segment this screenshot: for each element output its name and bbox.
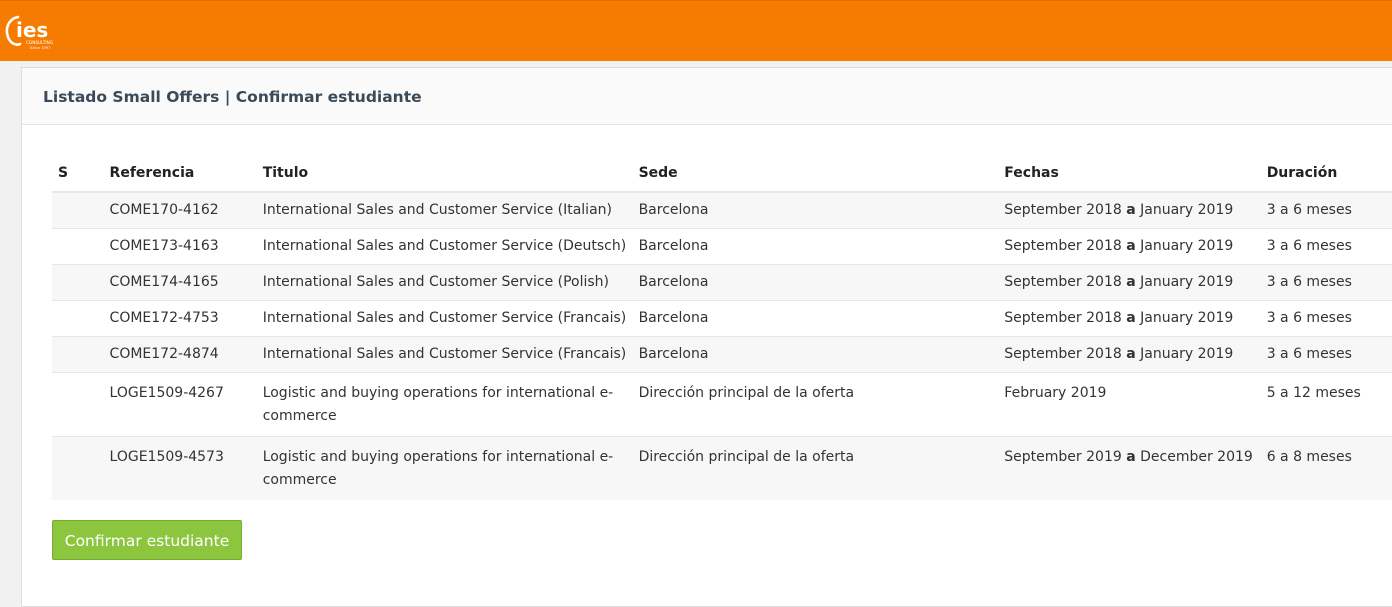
cell-select[interactable] <box>52 264 104 301</box>
cell-sede: Dirección principal de la oferta <box>632 372 999 437</box>
header-duracion[interactable]: Duración <box>1260 155 1392 193</box>
header-fechas[interactable]: Fechas <box>998 155 1261 193</box>
cell-duracion: 3 a 6 meses <box>1260 228 1392 265</box>
cell-select[interactable] <box>52 191 104 229</box>
fecha-hasta: January 2019 <box>1140 202 1234 218</box>
cell-select[interactable] <box>52 436 104 500</box>
fecha-desde: September 2018 <box>1004 238 1122 254</box>
table-header-row: S Referencia Titulo Sede Fechas Duración <box>52 155 1392 193</box>
cell-sede: Barcelona <box>632 264 999 301</box>
cell-titulo: International Sales and Customer Service… <box>256 191 633 229</box>
cell-duracion: 3 a 6 meses <box>1260 336 1392 373</box>
cell-sede: Barcelona <box>632 336 999 373</box>
cell-titulo: International Sales and Customer Service… <box>256 336 633 373</box>
cell-referencia: COME170-4162 <box>103 191 257 229</box>
fecha-sep: a <box>1126 310 1136 326</box>
fecha-hasta: January 2019 <box>1140 238 1234 254</box>
cell-titulo: International Sales and Customer Service… <box>256 264 633 301</box>
cell-duracion: 3 a 6 meses <box>1260 264 1392 301</box>
fecha-sep: a <box>1126 449 1136 465</box>
table-row[interactable]: LOGE1509-4573 Logistic and buying operat… <box>52 436 1392 500</box>
fecha-hasta: January 2019 <box>1140 310 1234 326</box>
cell-sede: Dirección principal de la oferta <box>632 436 999 500</box>
cell-sede: Barcelona <box>632 191 999 229</box>
cell-duracion: 6 a 8 meses <box>1260 436 1392 500</box>
cell-sede: Barcelona <box>632 228 999 265</box>
cell-referencia: COME172-4753 <box>103 300 257 337</box>
fecha-desde: September 2019 <box>1004 449 1122 465</box>
svg-text:CONSULTING: CONSULTING <box>26 40 53 45</box>
cell-fechas: September 2018 a January 2019 <box>998 264 1261 301</box>
table-row[interactable]: COME172-4753 International Sales and Cus… <box>52 300 1392 337</box>
cell-fechas: September 2018 a January 2019 <box>998 191 1261 229</box>
table-row[interactable]: COME173-4163 International Sales and Cus… <box>52 228 1392 265</box>
cell-duracion: 5 a 12 meses <box>1260 372 1392 437</box>
header-s[interactable]: S <box>52 155 104 193</box>
cell-duracion: 3 a 6 meses <box>1260 300 1392 337</box>
cell-titulo: Logistic and buying operations for inter… <box>256 436 633 500</box>
cell-referencia: LOGE1509-4267 <box>103 372 257 437</box>
offers-table: S Referencia Titulo Sede Fechas Duración… <box>52 155 1392 500</box>
cell-titulo: International Sales and Customer Service… <box>256 228 633 265</box>
cell-referencia: LOGE1509-4573 <box>103 436 257 500</box>
cell-fechas: February 2019 <box>998 372 1261 437</box>
fecha-sep: a <box>1126 202 1136 218</box>
offers-panel: Listado Small Offers | Confirmar estudia… <box>21 67 1392 607</box>
cell-select[interactable] <box>52 228 104 265</box>
cell-select[interactable] <box>52 336 104 373</box>
panel-title: Listado Small Offers | Confirmar estudia… <box>22 68 1392 125</box>
table-row[interactable]: COME174-4165 International Sales and Cus… <box>52 264 1392 301</box>
fecha-hasta: January 2019 <box>1140 346 1234 362</box>
fecha-sep: a <box>1126 274 1136 290</box>
cell-referencia: COME174-4165 <box>103 264 257 301</box>
cell-duracion: 3 a 6 meses <box>1260 191 1392 229</box>
fecha-hasta: December 2019 <box>1140 449 1253 465</box>
header-titulo[interactable]: Titulo <box>256 155 633 193</box>
svg-text:Since 1997: Since 1997 <box>30 46 51 50</box>
cell-fechas: September 2018 a January 2019 <box>998 228 1261 265</box>
cell-select[interactable] <box>52 300 104 337</box>
cell-sede: Barcelona <box>632 300 999 337</box>
cell-fechas: September 2018 a January 2019 <box>998 336 1261 373</box>
fecha-sep: a <box>1126 238 1136 254</box>
fecha-hasta: January 2019 <box>1140 274 1234 290</box>
ies-logo[interactable]: ies CONSULTING Since 1997 <box>4 13 58 51</box>
cell-fechas: September 2018 a January 2019 <box>998 300 1261 337</box>
top-header-bar: ies CONSULTING Since 1997 <box>0 0 1392 61</box>
table-row[interactable]: COME172-4874 International Sales and Cus… <box>52 336 1392 373</box>
fecha-sep: a <box>1126 346 1136 362</box>
svg-text:ies: ies <box>16 18 48 42</box>
confirm-student-button[interactable]: Confirmar estudiante <box>52 520 242 560</box>
fecha-desde: September 2018 <box>1004 310 1122 326</box>
cell-fechas: September 2019 a December 2019 <box>998 436 1261 500</box>
cell-select[interactable] <box>52 372 104 437</box>
cell-referencia: COME172-4874 <box>103 336 257 373</box>
fecha-desde: September 2018 <box>1004 274 1122 290</box>
header-referencia[interactable]: Referencia <box>103 155 257 193</box>
cell-referencia: COME173-4163 <box>103 228 257 265</box>
table-row[interactable]: LOGE1509-4267 Logistic and buying operat… <box>52 372 1392 437</box>
table-row[interactable]: COME170-4162 International Sales and Cus… <box>52 191 1392 229</box>
cell-titulo: Logistic and buying operations for inter… <box>256 372 633 437</box>
fecha-desde: September 2018 <box>1004 346 1122 362</box>
header-sede[interactable]: Sede <box>632 155 999 193</box>
fecha-desde: September 2018 <box>1004 202 1122 218</box>
fecha-desde: February 2019 <box>1004 385 1107 401</box>
cell-titulo: International Sales and Customer Service… <box>256 300 633 337</box>
